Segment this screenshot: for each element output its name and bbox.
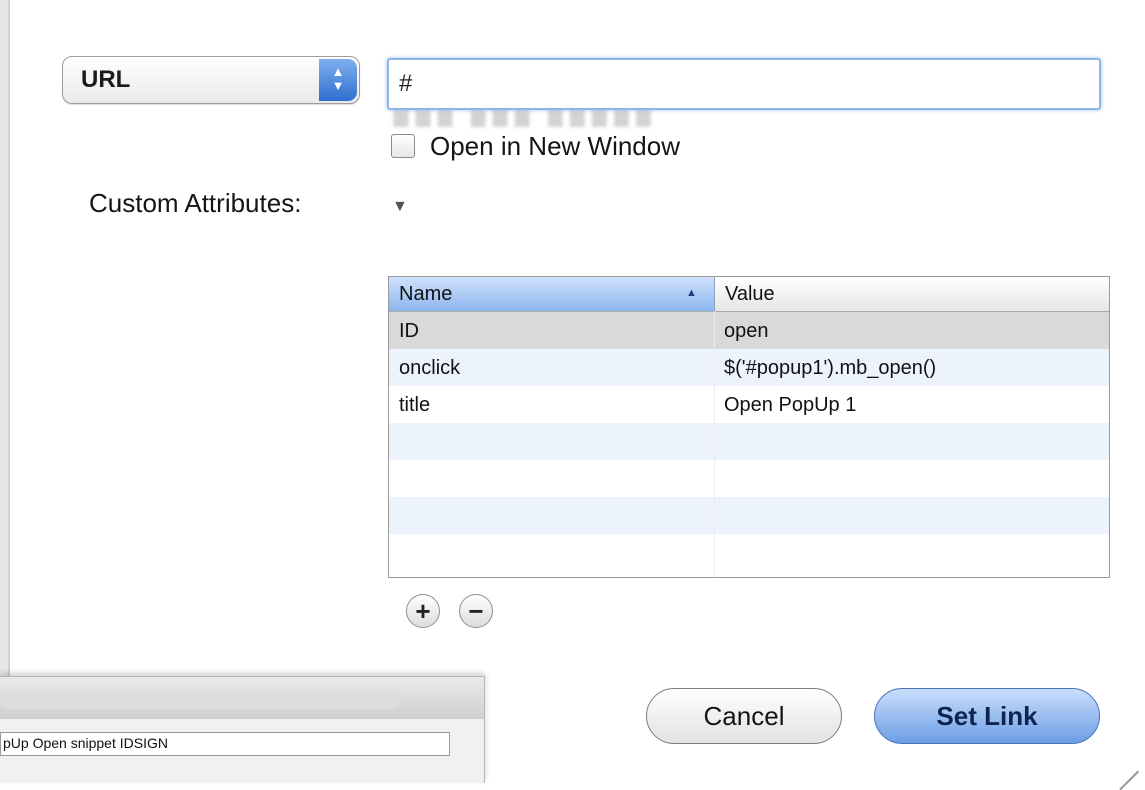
column-header-name-label: Name bbox=[399, 283, 453, 305]
remove-attribute-button[interactable]: − bbox=[459, 594, 493, 628]
table-empty-row bbox=[389, 534, 1109, 571]
table-row[interactable]: onclick $('#popup1').mb_open() bbox=[389, 349, 1109, 386]
sort-ascending-icon: ▲ bbox=[686, 287, 697, 299]
popup-arrows-icon: ▲ ▼ bbox=[319, 59, 357, 101]
column-separator bbox=[714, 311, 715, 577]
attribute-name: title bbox=[399, 394, 431, 416]
table-row[interactable]: title Open PopUp 1 bbox=[389, 386, 1109, 423]
background-snippet-input[interactable] bbox=[1, 733, 445, 753]
attribute-value: $('#popup1').mb_open() bbox=[724, 357, 937, 379]
resize-grip-icon[interactable] bbox=[1109, 746, 1139, 790]
add-attribute-button[interactable]: + bbox=[406, 594, 440, 628]
attribute-value: open bbox=[724, 320, 769, 342]
table-row[interactable]: ID open bbox=[389, 312, 1109, 349]
attribute-name: ID bbox=[399, 320, 419, 342]
table-empty-row bbox=[389, 497, 1109, 534]
background-window-toolbar bbox=[0, 677, 484, 719]
background-window-edge bbox=[0, 0, 8, 782]
set-link-button[interactable]: Set Link bbox=[874, 688, 1100, 744]
url-field-frame bbox=[387, 58, 1101, 110]
link-type-popup[interactable]: URL ▲ ▼ bbox=[62, 56, 360, 104]
custom-attributes-label: Custom Attributes: bbox=[89, 188, 302, 218]
disclosure-triangle-icon[interactable]: ▼ bbox=[392, 198, 408, 216]
open-new-window-label[interactable]: Open in New Window bbox=[430, 131, 680, 162]
table-header: Name ▲ Value bbox=[389, 277, 1109, 312]
attributes-table: Name ▲ Value ID open onclick $('#popup1'… bbox=[388, 276, 1110, 578]
background-window-border bbox=[8, 0, 10, 782]
open-new-window-checkbox[interactable] bbox=[391, 134, 415, 158]
column-header-value-label: Value bbox=[725, 283, 775, 305]
background-window-field bbox=[0, 732, 450, 756]
table-empty-row bbox=[389, 460, 1109, 497]
background-window bbox=[0, 676, 485, 783]
url-input[interactable] bbox=[397, 66, 1091, 102]
link-type-selected: URL bbox=[81, 66, 131, 93]
table-empty-row bbox=[389, 423, 1109, 460]
column-header-value[interactable]: Value bbox=[715, 277, 1109, 311]
attribute-name: onclick bbox=[399, 357, 461, 379]
cancel-button[interactable]: Cancel bbox=[646, 688, 842, 744]
column-header-name[interactable]: Name ▲ bbox=[389, 277, 715, 311]
attribute-value: Open PopUp 1 bbox=[724, 394, 857, 416]
